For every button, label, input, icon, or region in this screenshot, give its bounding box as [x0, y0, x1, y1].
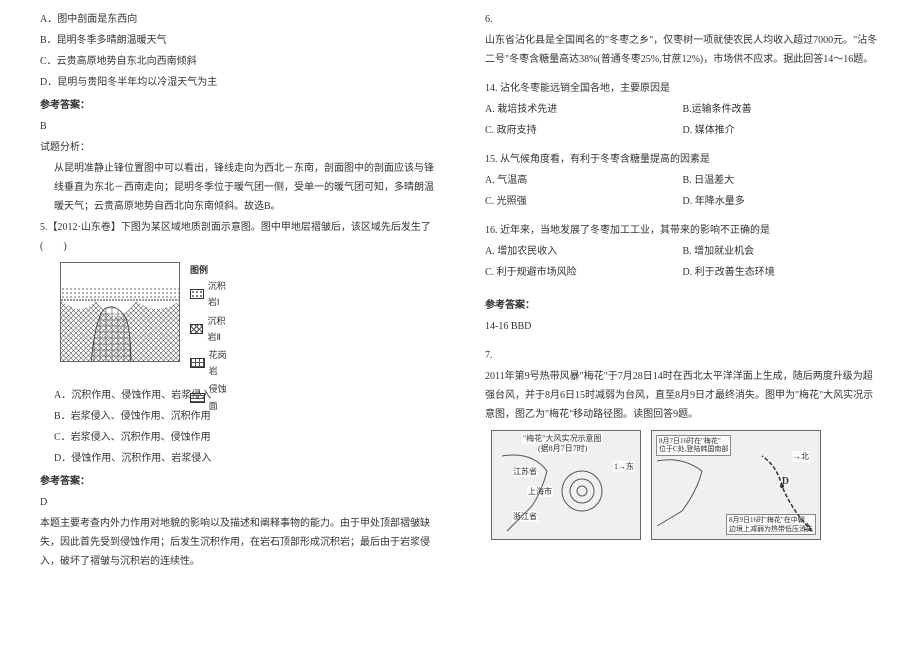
q16-option-b: B. 增加就业机会: [683, 242, 881, 261]
q15-option-a: A. 气温高: [485, 171, 683, 190]
q14-option-b: B.运输条件改善: [683, 100, 881, 119]
answer-value-3: 14-16 BBD: [485, 317, 880, 336]
legend-erosion: 侵蚀面: [209, 381, 230, 413]
question-15: 15. 从气候角度看，有利于冬枣含糖量提高的因素是: [485, 150, 880, 169]
q-option-a: A．图中剖面是东西向: [40, 10, 435, 29]
legend: 图例 沉积岩Ⅰ 沉积岩Ⅱ 花岗岩 侵蚀面: [190, 262, 230, 416]
q5-option-d: D．侵蚀作用、沉积作用、岩浆侵入: [54, 449, 435, 468]
swatch-sediment1: [190, 289, 204, 299]
map1-svg: [492, 431, 642, 541]
legend-sediment2: 沉积岩Ⅱ: [207, 313, 230, 345]
q14-option-a: A. 栽培技术先进: [485, 100, 683, 119]
answer-value-2: D: [40, 493, 435, 512]
map-wind: "梅花"大风实况示意图 (据8月7日7时) 江苏省 上海市 浙江省 1→东: [491, 430, 641, 540]
legend-sediment1: 沉积岩Ⅰ: [208, 278, 230, 310]
explanation-text: 从昆明准静止锋位置图中可以看出，锋线走向为西北－东南，剖面图中的剖面应该与锋线垂…: [40, 159, 435, 216]
swatch-erosion: [190, 393, 205, 403]
q15-option-c: C. 光照强: [485, 192, 683, 211]
answer-label-3: 参考答案：: [485, 296, 880, 315]
q16-option-a: A. 增加农民收入: [485, 242, 683, 261]
question-7-text: 2011年第9号热带风暴"梅花"于7月28日14时在西北太平洋洋面上生成，随后两…: [485, 367, 880, 424]
map-path: →北 D 8月7日16时在"梅花" 位于C处,登陆韩国南部 8月9日16时"梅花…: [651, 430, 821, 540]
question-5: 5.【2012·山东卷】下图为某区域地质剖面示意图。图中甲地层褶皱后，该区域先后…: [40, 218, 435, 256]
geology-figure: 图例 沉积岩Ⅰ 沉积岩Ⅱ 花岗岩 侵蚀面: [60, 262, 435, 372]
q-option-b: B．昆明冬季多晴朗温暖天气: [40, 31, 435, 50]
q14-option-c: C. 政府支持: [485, 121, 683, 140]
q-option-c: C．云贵高原地势自东北向西南倾斜: [40, 52, 435, 71]
q16-option-d: D. 利于改善生态环境: [683, 263, 881, 282]
swatch-granite: [190, 358, 205, 368]
q5-option-b: B．岩浆侵入、侵蚀作用、沉积作用: [54, 407, 435, 426]
q15-option-d: D. 年降水量多: [683, 192, 881, 211]
explanation-text-2: 本题主要考查内外力作用对地貌的影响以及描述和阐释事物的能力。由于甲处顶部褶皱缺失…: [40, 514, 435, 571]
legend-granite: 花岗岩: [209, 347, 230, 379]
legend-title: 图例: [190, 262, 230, 278]
geology-svg: [61, 263, 180, 362]
question-14: 14. 沾化冬枣能远销全国各地，主要原因是: [485, 79, 880, 98]
q5-option-a: A．沉积作用、侵蚀作用、岩浆侵入: [54, 386, 435, 405]
answer-label: 参考答案：: [40, 96, 435, 115]
question-6-num: 6.: [485, 10, 880, 29]
q5-option-c: C．岩浆侵入、沉积作用、侵蚀作用: [54, 428, 435, 447]
q-option-d: D．昆明与贵阳冬半年均以冷湿天气为主: [40, 73, 435, 92]
q14-option-d: D. 媒体推介: [683, 121, 881, 140]
question-16: 16. 近年来，当地发展了冬枣加工工业，其带来的影响不正确的是: [485, 221, 880, 240]
map2-svg: [652, 431, 822, 541]
question-7-num: 7.: [485, 346, 880, 365]
q16-option-c: C. 利于规避市场风险: [485, 263, 683, 282]
q15-option-b: B. 日温差大: [683, 171, 881, 190]
answer-value: B: [40, 117, 435, 136]
typhoon-maps: "梅花"大风实况示意图 (据8月7日7时) 江苏省 上海市 浙江省 1→东 →北…: [491, 430, 880, 540]
question-6-text: 山东省沾化县是全国闻名的"冬枣之乡"，仅枣树一项就使农民人均收入超过7000元。…: [485, 31, 880, 69]
swatch-sediment2: [190, 324, 203, 334]
answer-label-2: 参考答案：: [40, 472, 435, 491]
explanation-label: 试题分析：: [40, 138, 435, 157]
